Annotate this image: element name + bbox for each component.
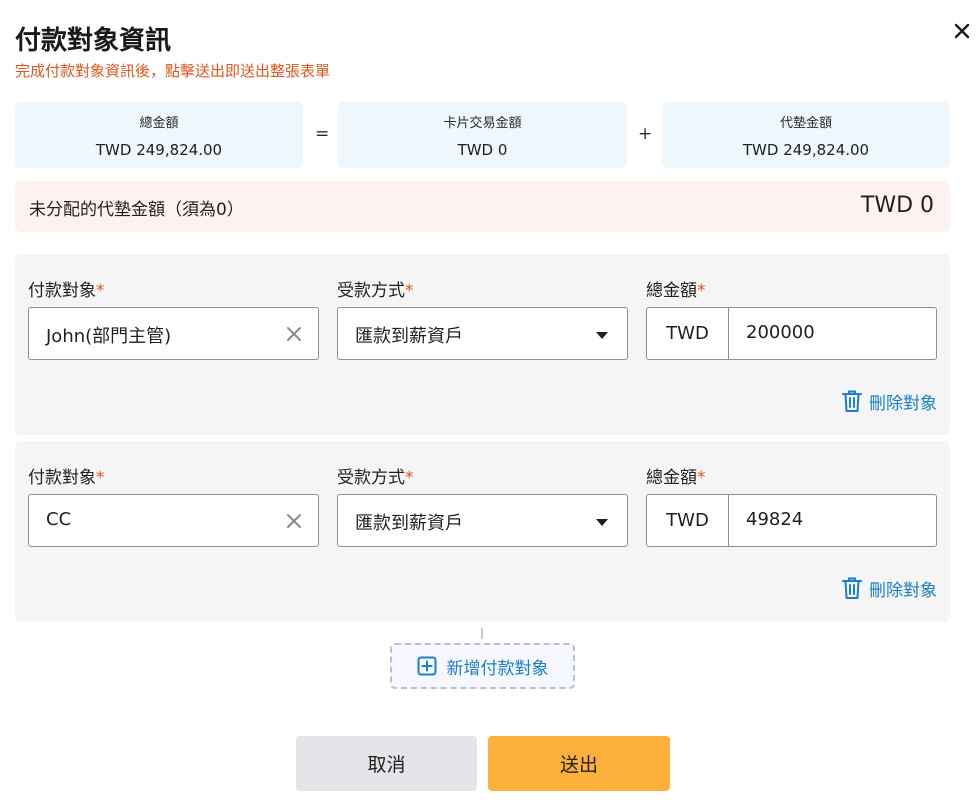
currency-addon: TWD [647, 308, 729, 359]
unallocated-label: 未分配的代墊金額（須為0） [29, 200, 244, 220]
delete-payee-label: 刪除對象 [869, 580, 937, 601]
unallocated-banner: 未分配的代墊金額（須為0） TWD 0 [15, 181, 950, 232]
amount-input-value[interactable]: 200000 [746, 322, 815, 343]
trash-icon [842, 390, 862, 412]
method-label-text: 受款方式 [337, 281, 405, 301]
close-icon[interactable] [951, 20, 973, 42]
amount-field-label: 總金額* [646, 276, 706, 301]
unallocated-value: TWD 0 [860, 193, 934, 218]
chevron-down-icon[interactable] [596, 332, 608, 339]
cancel-button[interactable]: 取消 [296, 736, 477, 791]
payee-select[interactable]: CC [28, 494, 319, 547]
required-mark: * [405, 468, 414, 488]
currency-addon: TWD [647, 495, 729, 546]
connector-line [481, 628, 483, 639]
advance-amount-label: 代墊金額 [779, 116, 832, 131]
add-payee-button[interactable]: 新增付款對象 [390, 643, 575, 689]
chevron-down-icon[interactable] [596, 519, 608, 526]
payee-label-text: 付款對象 [28, 468, 96, 488]
required-mark: * [697, 281, 706, 301]
amount-label-text: 總金額 [646, 468, 697, 488]
dialog-title: 付款對象資訊 [15, 26, 172, 56]
plus-square-icon [417, 656, 436, 676]
payee-label-text: 付款對象 [28, 281, 96, 301]
payment-method-value: 匯款到薪資戶 [355, 513, 463, 534]
delete-payee-button[interactable]: 刪除對象 [841, 575, 937, 601]
method-label-text: 受款方式 [337, 468, 405, 488]
advance-amount-value: TWD 249,824.00 [742, 141, 870, 159]
payee-panel: 付款對象* 受款方式* 總金額* John(部門主管) 匯款到薪資戶 TWD 2… [15, 254, 950, 435]
payee-panel: 付款對象* 受款方式* 總金額* CC 匯款到薪資戶 TWD 49824 刪除對… [15, 441, 950, 622]
method-field-label: 受款方式* [337, 463, 414, 488]
required-mark: * [96, 468, 105, 488]
amount-input[interactable]: TWD 200000 [646, 307, 937, 360]
submit-button[interactable]: 送出 [488, 736, 670, 791]
amount-field-label: 總金額* [646, 463, 706, 488]
card-amount-card: 卡片交易金額 TWD 0 [338, 102, 627, 168]
amount-label-text: 總金額 [646, 281, 697, 301]
dialog-subtitle: 完成付款對象資訊後，點擊送出即送出整張表單 [15, 62, 331, 80]
payee-field-label: 付款對象* [28, 463, 105, 488]
payee-select-value: John(部門主管) [46, 326, 172, 347]
total-amount-value: TWD 249,824.00 [95, 141, 223, 159]
required-mark: * [96, 281, 105, 301]
payee-select-value: CC [46, 509, 72, 530]
payment-method-select[interactable]: 匯款到薪資戶 [337, 307, 628, 360]
amount-input[interactable]: TWD 49824 [646, 494, 937, 547]
required-mark: * [405, 281, 414, 301]
payment-method-value: 匯款到薪資戶 [355, 326, 463, 347]
required-mark: * [697, 468, 706, 488]
card-amount-value: TWD 0 [457, 141, 508, 159]
payment-method-select[interactable]: 匯款到薪資戶 [337, 494, 628, 547]
clear-icon[interactable] [285, 512, 303, 530]
trash-icon [842, 577, 862, 599]
payee-field-label: 付款對象* [28, 276, 105, 301]
add-payee-label: 新增付款對象 [446, 658, 549, 679]
method-field-label: 受款方式* [337, 276, 414, 301]
plus-sign: + [638, 124, 653, 144]
equals-sign: = [315, 124, 330, 144]
payee-select[interactable]: John(部門主管) [28, 307, 319, 360]
delete-payee-label: 刪除對象 [869, 393, 937, 414]
delete-payee-button[interactable]: 刪除對象 [841, 388, 937, 414]
card-amount-label: 卡片交易金額 [443, 116, 522, 131]
clear-icon[interactable] [285, 325, 303, 343]
total-amount-label: 總金額 [139, 116, 179, 131]
advance-amount-card: 代墊金額 TWD 249,824.00 [662, 102, 950, 168]
total-amount-card: 總金額 TWD 249,824.00 [15, 102, 303, 168]
amount-input-value[interactable]: 49824 [746, 509, 803, 530]
